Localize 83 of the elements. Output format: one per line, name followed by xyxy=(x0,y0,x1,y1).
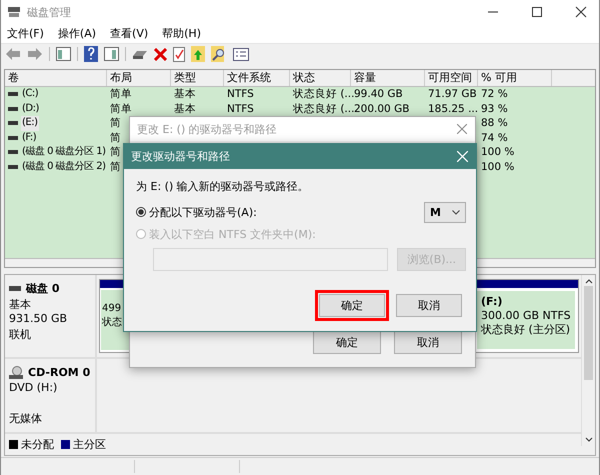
list-icon[interactable] xyxy=(233,48,249,60)
help-icon[interactable] xyxy=(84,46,98,62)
dialog-title: 更改 E: () 的驱动器号和路径 xyxy=(137,122,277,136)
table-cell: NTFS xyxy=(227,102,254,114)
column-header[interactable]: % 可用 xyxy=(478,70,552,86)
window-title: 磁盘管理 xyxy=(27,4,71,20)
folder-search-icon[interactable] xyxy=(211,46,227,62)
legend-label: 未分配 xyxy=(21,437,54,452)
legend-label: 主分区 xyxy=(73,437,106,452)
table-cell: 简 xyxy=(110,160,121,172)
table-cell: 简单 xyxy=(110,102,132,114)
partition-block[interactable]: (F:) 300.00 GB NTFS 状态良好 (主分区) xyxy=(473,279,579,354)
table-cell: 简 xyxy=(110,117,121,129)
checklist-icon[interactable] xyxy=(173,46,185,62)
column-header[interactable]: 卷 xyxy=(5,70,107,86)
volume-name[interactable]: (C:) xyxy=(21,87,40,102)
close-icon[interactable] xyxy=(575,6,587,18)
disk-type: 基本 xyxy=(9,298,31,311)
column-header[interactable]: 可用空间 xyxy=(425,70,478,86)
dialog-title: 更改驱动器号和路径 xyxy=(131,149,230,164)
volume-name[interactable]: (磁盘 0 磁盘分区 2) xyxy=(21,160,107,174)
volume-name[interactable]: (磁盘 0 磁盘分区 1) xyxy=(21,145,107,160)
dialog-button[interactable]: 确定 xyxy=(319,294,385,317)
menu-item[interactable]: 查看(V) xyxy=(110,26,148,41)
table-cell: 简 xyxy=(110,146,121,158)
table-cell: 93 % xyxy=(481,102,508,114)
column-header[interactable]: 文件系统 xyxy=(224,70,290,86)
menu-item[interactable]: 帮助(H) xyxy=(162,26,201,41)
table-cell: 72 % xyxy=(481,88,508,100)
partition-text: (F:) xyxy=(481,295,502,309)
disk-size: 931.50 GB xyxy=(9,312,68,325)
disk-type: DVD (H:) xyxy=(9,381,58,394)
scroll-up-icon[interactable] xyxy=(584,278,592,284)
menu-item[interactable]: 文件(F) xyxy=(7,26,44,41)
table-cell: 基本 xyxy=(174,88,196,100)
volume-name[interactable]: (D:) xyxy=(21,102,40,116)
column-header[interactable]: 类型 xyxy=(171,70,224,86)
delete-icon[interactable] xyxy=(154,48,167,60)
table-cell: 74 % xyxy=(481,132,508,144)
table-cell: 100 % xyxy=(481,146,514,158)
cd-drive-icon xyxy=(9,366,23,379)
table-cell: 100 % xyxy=(481,160,514,172)
table-cell: 99.40 GB xyxy=(354,88,403,100)
table-cell: 200.00 GB xyxy=(354,102,410,114)
table-cell: 状态良好 (... xyxy=(293,102,354,114)
volume-name[interactable]: (F:) xyxy=(21,130,38,145)
disk-name: 磁盘 0 xyxy=(26,280,60,296)
table-cell: 简单 xyxy=(110,88,132,100)
table-cell: NTFS xyxy=(227,88,254,100)
drive-letter-dropdown[interactable]: M xyxy=(424,202,466,222)
scroll-down-icon[interactable] xyxy=(584,437,592,443)
table-cell: 185.25 ... xyxy=(428,102,478,114)
caret-icon xyxy=(452,210,460,214)
table-cell: 71.97 GB xyxy=(428,88,477,100)
column-header[interactable]: 状态 xyxy=(290,70,351,86)
panel-icon[interactable] xyxy=(56,47,71,61)
radio-button[interactable] xyxy=(136,207,146,217)
folder-path-field[interactable] xyxy=(153,248,388,271)
scrollbar[interactable] xyxy=(581,275,595,446)
partition-text: 状态 xyxy=(102,316,122,330)
table-cell: 基本 xyxy=(174,102,196,114)
disk-status: 无媒体 xyxy=(9,412,42,426)
panel-icon[interactable] xyxy=(104,47,119,61)
dialog-button[interactable]: 取消 xyxy=(396,294,462,317)
disk-name: CD-ROM 0 xyxy=(28,366,90,379)
table-cell: 简 xyxy=(110,132,121,144)
prompt-text: 为 E: () 输入新的驱动器号或路径。 xyxy=(136,179,310,194)
maximize-icon[interactable] xyxy=(531,6,543,18)
partition-text: 状态良好 (主分区) xyxy=(481,323,570,337)
volume-name[interactable]: (E:) xyxy=(21,116,38,130)
table-cell: 状态良好 (... xyxy=(293,88,354,100)
partition-text: 499 xyxy=(102,302,122,316)
menu-item[interactable]: 操作(A) xyxy=(58,26,96,41)
disk-icon xyxy=(7,6,21,18)
table-cell: 88 % xyxy=(481,117,508,129)
dialog-button[interactable]: 取消 xyxy=(394,331,462,354)
disk-status: 联机 xyxy=(9,328,31,341)
option-label[interactable]: 分配以下驱动器号(A): xyxy=(149,204,257,220)
column-header[interactable]: 布局 xyxy=(107,70,171,86)
partition-text: 300.00 GB NTFS xyxy=(481,309,571,323)
drive-icon[interactable] xyxy=(132,48,148,60)
dialog-button[interactable]: 确定 xyxy=(313,331,381,354)
column-header[interactable]: 容量 xyxy=(351,70,425,86)
